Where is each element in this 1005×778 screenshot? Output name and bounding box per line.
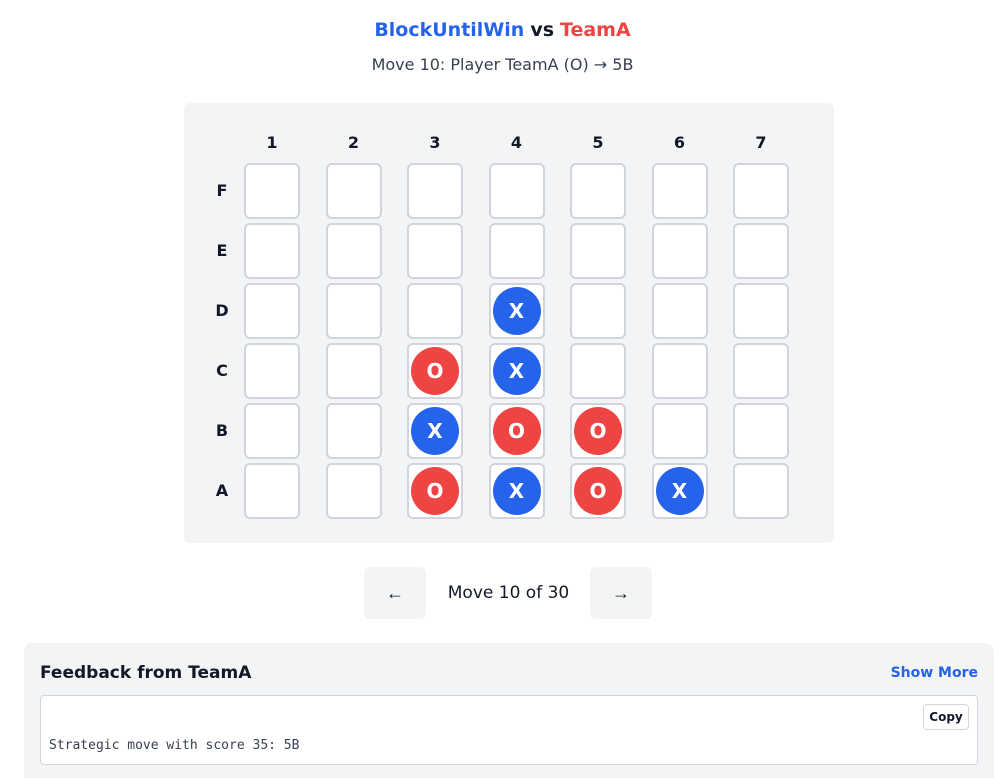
board-cell[interactable]: O: [407, 463, 463, 519]
row-label: A: [215, 481, 229, 500]
column-label: 7: [755, 133, 767, 152]
board-cell[interactable]: [651, 403, 708, 459]
board-cell[interactable]: X: [488, 283, 545, 339]
vs-label: vs: [530, 19, 555, 41]
board-cell[interactable]: [407, 163, 463, 219]
o-piece: O: [574, 407, 622, 455]
x-piece: X: [492, 467, 541, 515]
board-cell[interactable]: [488, 163, 545, 219]
board-cell[interactable]: [733, 403, 789, 459]
board-cell[interactable]: [244, 283, 300, 339]
player1-name: BlockUntilWin: [374, 19, 525, 41]
board-cell[interactable]: [570, 163, 626, 219]
board-cell[interactable]: [244, 223, 300, 279]
row-label: B: [215, 421, 229, 440]
x-piece: X: [411, 407, 459, 455]
board-cell[interactable]: X: [407, 403, 463, 459]
column-label: 6: [673, 133, 686, 152]
board-cell[interactable]: [570, 283, 626, 339]
board-cell[interactable]: X: [488, 343, 545, 399]
board-cell[interactable]: [733, 283, 789, 339]
board-cell[interactable]: [244, 343, 300, 399]
next-move-button[interactable]: →: [590, 567, 652, 619]
board-cell[interactable]: [325, 163, 382, 219]
board-cell[interactable]: [244, 403, 300, 459]
x-piece: X: [492, 347, 541, 395]
board-cell[interactable]: [244, 163, 300, 219]
game-board: 1234567FEDXCOXBXOOAOXOX: [184, 103, 834, 543]
column-label: 4: [510, 133, 523, 152]
row-label: C: [216, 361, 228, 380]
board-cell[interactable]: [325, 403, 382, 459]
feedback-title: Feedback from TeamA: [40, 663, 252, 683]
board-cell[interactable]: [733, 163, 789, 219]
move-navigation: ← Move 10 of 30 →: [0, 567, 1005, 619]
move-counter: Move 10 of 30: [447, 583, 570, 603]
board-cell[interactable]: [325, 343, 382, 399]
board-cell[interactable]: O: [407, 343, 463, 399]
board-cell[interactable]: [570, 223, 626, 279]
board-cell[interactable]: [651, 343, 708, 399]
player2-name: TeamA: [560, 19, 631, 41]
feedback-box: Copy Strategic move with score 35: 5B: [40, 695, 978, 765]
board-cell[interactable]: [407, 283, 463, 339]
o-piece: O: [574, 467, 622, 515]
o-piece: O: [492, 407, 541, 455]
board-cell[interactable]: [325, 283, 382, 339]
feedback-panel: Feedback from TeamA Show More Copy Strat…: [24, 643, 994, 778]
board-cell[interactable]: O: [488, 403, 545, 459]
o-piece: O: [411, 467, 459, 515]
copy-button[interactable]: Copy: [923, 704, 969, 730]
match-title: BlockUntilWin vs TeamA: [0, 18, 1005, 42]
x-piece: X: [492, 287, 541, 335]
feedback-text: Strategic move with score 35: 5B: [49, 738, 300, 753]
board-cell[interactable]: [325, 463, 382, 519]
board-cell[interactable]: O: [570, 463, 626, 519]
board-cell[interactable]: [325, 223, 382, 279]
previous-move-button[interactable]: ←: [364, 567, 426, 619]
row-label: E: [216, 241, 228, 260]
board-cell[interactable]: [651, 223, 708, 279]
column-label: 2: [347, 133, 360, 152]
board-cell[interactable]: [733, 463, 789, 519]
board-cell[interactable]: [733, 223, 789, 279]
board-cell[interactable]: [488, 223, 545, 279]
board-cell[interactable]: O: [570, 403, 626, 459]
board-cell[interactable]: X: [488, 463, 545, 519]
row-label: F: [216, 181, 228, 200]
board-cell[interactable]: [651, 163, 708, 219]
x-piece: X: [655, 467, 704, 515]
game-header: BlockUntilWin vs TeamA Move 10: Player Tea…: [0, 18, 1005, 76]
column-label: 3: [429, 133, 441, 152]
row-label: D: [215, 301, 229, 320]
board-cell[interactable]: [570, 343, 626, 399]
o-piece: O: [411, 347, 459, 395]
board-cell[interactable]: [407, 223, 463, 279]
show-more-link[interactable]: Show More: [891, 665, 978, 681]
board-cell[interactable]: X: [651, 463, 708, 519]
move-description: Move 10: Player TeamA (O) → 5B: [371, 55, 634, 74]
board-cell[interactable]: [244, 463, 300, 519]
column-label: 1: [266, 133, 278, 152]
board-cell[interactable]: [651, 283, 708, 339]
column-label: 5: [592, 133, 604, 152]
board-cell[interactable]: [733, 343, 789, 399]
